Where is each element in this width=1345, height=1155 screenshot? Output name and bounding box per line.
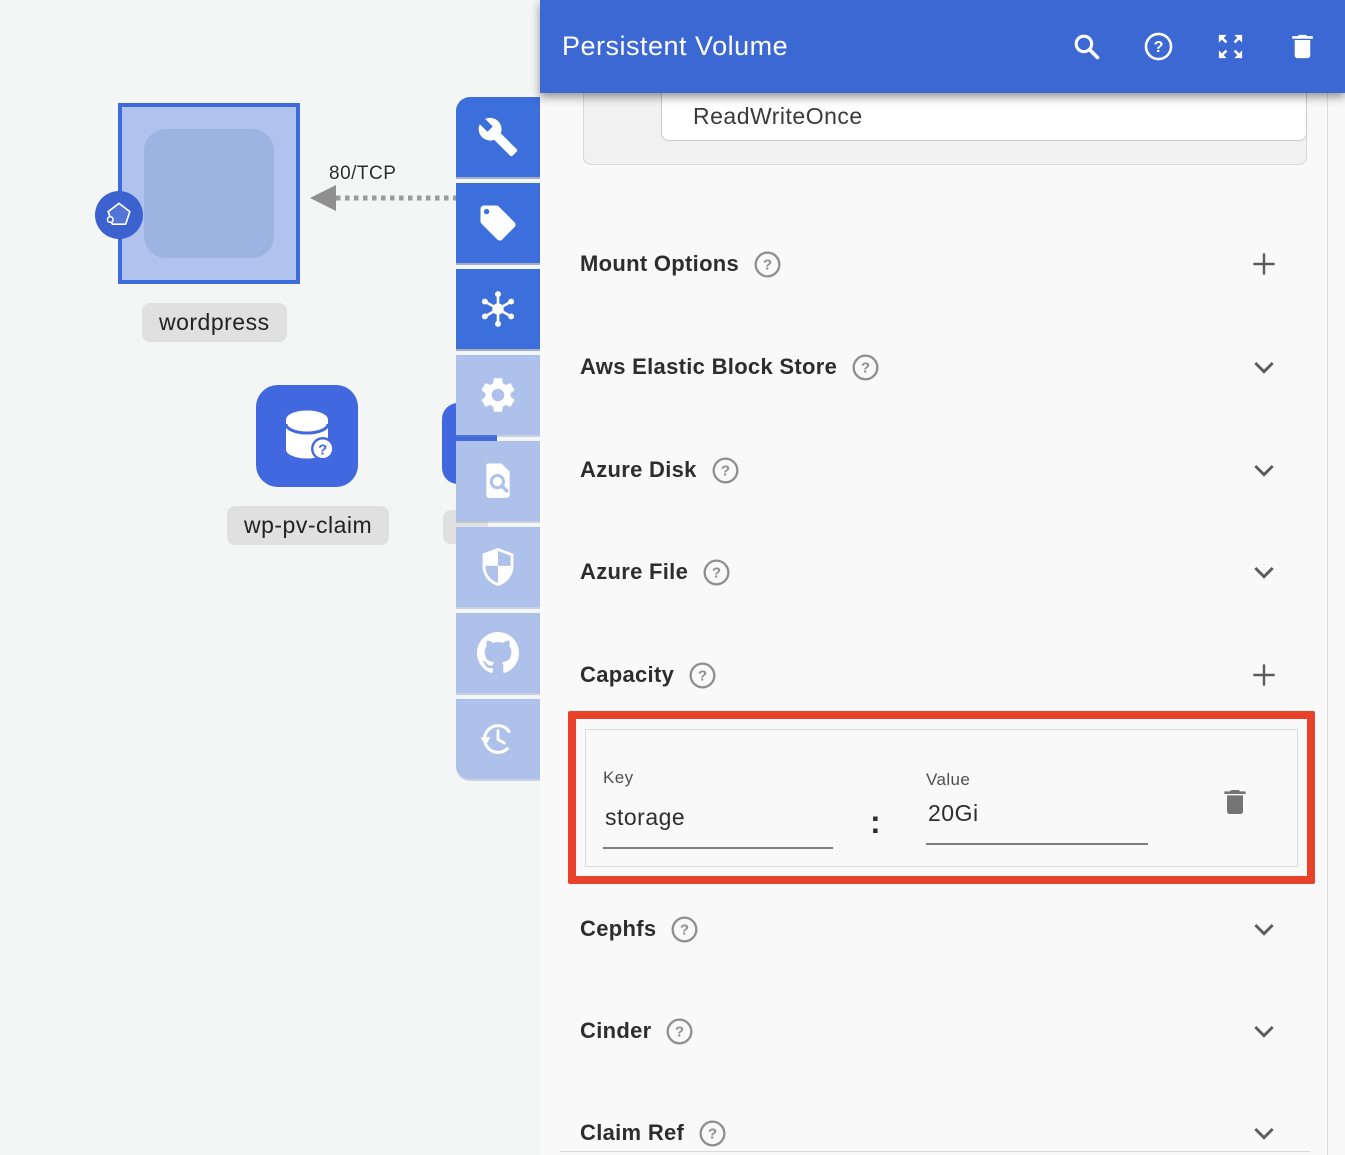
graph-button[interactable] xyxy=(456,269,540,349)
details-panel: ReadWriteOnce Mount Options ? Aws Elasti… xyxy=(540,0,1345,1155)
help-icon[interactable]: ? xyxy=(1143,31,1174,62)
hub-icon xyxy=(477,288,519,330)
node-label-wordpress: wordpress xyxy=(142,303,287,342)
panel-header: Persistent Volume ? xyxy=(540,0,1345,93)
chevron-down-icon[interactable] xyxy=(1248,913,1280,945)
app-root: wordpress 80/TCP ? wp-pv-claim xyxy=(0,0,1345,1155)
section-cinder: Cinder ? xyxy=(580,1015,1280,1047)
access-modes-value: ReadWriteOnce xyxy=(693,103,863,130)
add-button[interactable] xyxy=(1248,248,1280,280)
capacity-key-input[interactable] xyxy=(603,804,833,849)
tag-icon xyxy=(477,202,519,244)
section-claim-ref: Claim Ref ? xyxy=(580,1117,1280,1149)
section-label: Capacity xyxy=(580,662,674,688)
section-azure-disk: Azure Disk ? xyxy=(580,454,1280,486)
section-label: Aws Elastic Block Store xyxy=(580,354,837,380)
svg-text:?: ? xyxy=(675,1023,684,1040)
pod-pentagon-icon xyxy=(95,191,143,239)
chevron-down-icon[interactable] xyxy=(1248,1117,1280,1149)
help-icon[interactable]: ? xyxy=(753,250,782,279)
expand-icon[interactable] xyxy=(1215,31,1246,62)
document-search-icon xyxy=(477,460,519,502)
labels-button[interactable] xyxy=(456,183,540,263)
help-icon[interactable]: ? xyxy=(665,1017,694,1046)
database-icon: ? xyxy=(271,400,343,472)
svg-text:?: ? xyxy=(712,564,721,581)
history-icon xyxy=(477,718,519,760)
chevron-down-icon[interactable] xyxy=(1248,1015,1280,1047)
trash-icon[interactable] xyxy=(1287,31,1318,62)
help-icon[interactable]: ? xyxy=(670,915,699,944)
tools-button[interactable] xyxy=(456,97,540,177)
svg-text:?: ? xyxy=(708,1125,717,1142)
panel-title: Persistent Volume xyxy=(562,31,788,62)
section-label: Claim Ref xyxy=(580,1120,684,1146)
canvas-toolbar xyxy=(456,97,540,779)
section-label: Mount Options xyxy=(580,251,739,277)
settings-button[interactable] xyxy=(456,355,540,435)
section-aws-ebs: Aws Elastic Block Store ? xyxy=(580,351,1280,383)
help-icon[interactable]: ? xyxy=(702,558,731,587)
edge-port-label: 80/TCP xyxy=(329,163,396,185)
section-label: Cinder xyxy=(580,1018,651,1044)
node-wordpress[interactable] xyxy=(118,103,300,284)
node-wordpress-pod[interactable] xyxy=(144,129,274,258)
capacity-value-input[interactable] xyxy=(926,800,1148,845)
section-label: Azure File xyxy=(580,559,688,585)
panel-header-actions: ? xyxy=(1071,31,1318,62)
chevron-down-icon[interactable] xyxy=(1248,454,1280,486)
help-icon[interactable]: ? xyxy=(851,353,880,382)
key-label: Key xyxy=(603,768,634,788)
wrench-icon xyxy=(477,116,519,158)
node-wp-pv-claim[interactable]: ? xyxy=(256,385,358,487)
gear-icon xyxy=(477,374,519,416)
node-label-wp-pv-claim: wp-pv-claim xyxy=(227,506,389,545)
section-label: Azure Disk xyxy=(580,457,697,483)
github-button[interactable] xyxy=(456,613,540,693)
svg-text:?: ? xyxy=(680,921,689,938)
value-label: Value xyxy=(926,770,970,790)
key-value-separator: : xyxy=(870,804,881,841)
search-icon[interactable] xyxy=(1071,31,1102,62)
svg-text:?: ? xyxy=(318,441,327,458)
help-icon[interactable]: ? xyxy=(688,661,717,690)
panel-scroll-divider[interactable] xyxy=(1327,93,1328,1155)
history-button[interactable] xyxy=(456,699,540,779)
svg-text:?: ? xyxy=(1154,38,1164,56)
chevron-down-icon[interactable] xyxy=(1248,556,1280,588)
help-icon[interactable]: ? xyxy=(711,456,740,485)
divider xyxy=(560,1151,1310,1152)
help-icon[interactable]: ? xyxy=(698,1119,727,1148)
section-label: Cephfs xyxy=(580,916,656,942)
github-icon xyxy=(477,632,519,674)
inspect-button[interactable] xyxy=(456,441,540,521)
delete-entry-button[interactable] xyxy=(1219,783,1251,821)
chevron-down-icon[interactable] xyxy=(1248,351,1280,383)
section-azure-file: Azure File ? xyxy=(580,556,1280,588)
security-button[interactable] xyxy=(456,527,540,607)
section-capacity: Capacity ? xyxy=(580,659,1280,691)
add-button[interactable] xyxy=(1248,659,1280,691)
section-mount-options: Mount Options ? xyxy=(580,248,1280,280)
svg-text:?: ? xyxy=(698,667,707,684)
svg-text:?: ? xyxy=(721,462,730,479)
svg-text:?: ? xyxy=(763,256,772,273)
svg-text:?: ? xyxy=(861,359,870,376)
shield-icon xyxy=(477,546,519,588)
section-cephfs: Cephfs ? xyxy=(580,913,1280,945)
capacity-entry-card: Key : Value xyxy=(585,729,1298,867)
